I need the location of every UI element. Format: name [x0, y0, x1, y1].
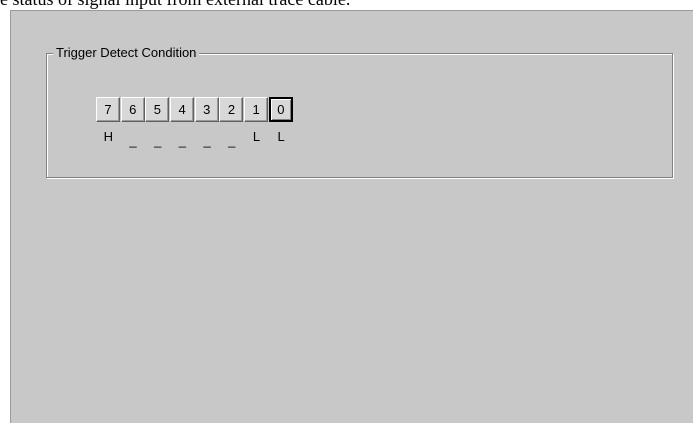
bit-3-state: _	[203, 133, 211, 148]
bit-5-state: _	[154, 133, 162, 148]
bit-3-button[interactable]: 3	[194, 97, 219, 122]
bit-5-button[interactable]: 5	[145, 97, 170, 122]
bit-7-state: H	[103, 129, 114, 144]
trigger-detect-condition-group: Trigger Detect Condition 7 6 5 4 3 2 1 0…	[46, 45, 673, 178]
bit-2-state: _	[228, 133, 236, 148]
bit-state-row: H _ _ _ _ _ L L	[96, 128, 294, 148]
group-title: Trigger Detect Condition	[53, 45, 200, 61]
bit-1-state: L	[252, 129, 261, 144]
dialog-panel: Trigger Detect Condition 7 6 5 4 3 2 1 0…	[10, 10, 693, 423]
bit-button-row: 7 6 5 4 3 2 1 0	[96, 97, 294, 122]
bit-6-state: _	[129, 133, 137, 148]
bit-6-button[interactable]: 6	[120, 97, 145, 122]
document-caption-text: e status of signal input from external t…	[0, 0, 693, 9]
bit-7-button[interactable]: 7	[96, 97, 120, 122]
bit-1-button[interactable]: 1	[244, 97, 269, 122]
bit-0-state: L	[277, 129, 285, 144]
bit-4-button[interactable]: 4	[170, 97, 195, 122]
bit-0-button[interactable]: 0	[268, 97, 293, 122]
bit-4-state: _	[178, 133, 187, 148]
screenshot-stage: e status of signal input from external t…	[0, 0, 693, 423]
bit-2-button[interactable]: 2	[219, 97, 244, 122]
